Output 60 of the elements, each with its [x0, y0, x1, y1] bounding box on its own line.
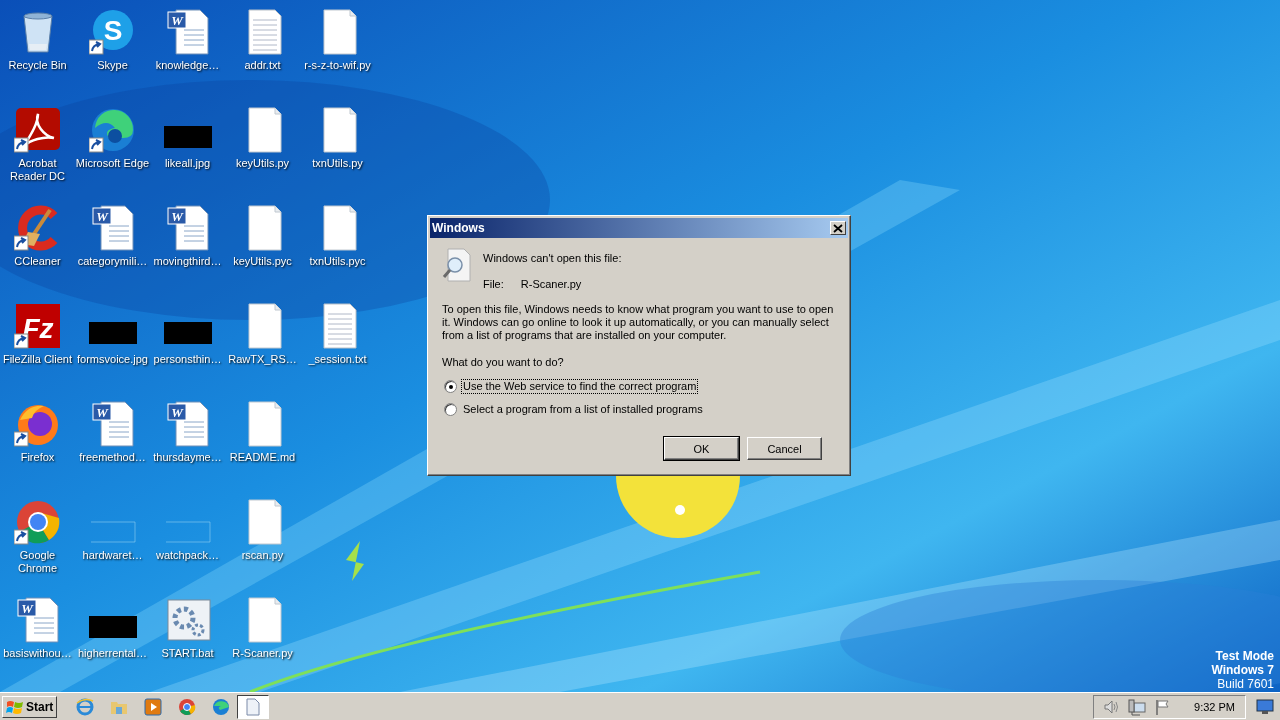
icon-label[interactable]: hardwaret… — [75, 549, 150, 562]
file-name: R-Scaner.py — [520, 278, 582, 291]
icon-label[interactable]: FileZilla Client — [0, 353, 75, 366]
icon-label[interactable]: keyUtils.pyc — [225, 255, 300, 268]
icon-label[interactable]: basiswithou… — [0, 647, 75, 660]
close-icon — [833, 223, 843, 233]
icon-label[interactable]: Microsoft Edge — [75, 157, 150, 170]
icon-label[interactable]: _session.txt — [300, 353, 375, 366]
start-button[interactable]: Start — [2, 695, 58, 718]
icon-label[interactable]: keyUtils.py — [225, 157, 300, 170]
system-watermark-text: Test Mode — [1215, 649, 1274, 663]
icon-label[interactable]: Recycle Bin — [0, 59, 75, 72]
icon-label[interactable]: START.bat — [150, 647, 225, 660]
icon-label[interactable]: README.md — [225, 451, 300, 464]
icon-label[interactable]: Firefox — [0, 451, 75, 464]
system-watermark-text: Build 7601 — [1217, 677, 1274, 691]
icon-label[interactable]: watchpack… — [150, 549, 225, 562]
icon-label[interactable]: likeall.jpg — [150, 157, 225, 170]
icon-label[interactable]: txnUtils.py — [300, 157, 375, 170]
icon-label[interactable]: Google Chrome — [0, 549, 75, 575]
system-watermark-text: Windows 7 — [1211, 663, 1274, 677]
icon-label[interactable]: txnUtils.pyc — [300, 255, 375, 268]
pdf-reader-icon[interactable] — [13, 106, 62, 154]
icon-label[interactable]: CCleaner — [0, 255, 75, 268]
clock[interactable]: 9:32 PM — [1194, 700, 1235, 713]
dialog-heading: Windows can't open this file: — [483, 252, 622, 265]
dialog-message: To open this file, Windows needs to know what program you want to use to open it. Windows can go online to look it up automatically, or you can manually select from a list of programs that are installed on your computer. — [442, 303, 834, 342]
close-button[interactable] — [830, 221, 846, 235]
browser-icon[interactable] — [13, 498, 62, 546]
taskbar-button[interactable] — [237, 694, 270, 719]
icon-label[interactable]: freemethod… — [75, 451, 150, 464]
document-icon — [246, 697, 261, 716]
file-label: File: — [483, 278, 504, 291]
window-title: Windows — [432, 221, 485, 235]
icon-label[interactable]: categorymili… — [75, 255, 150, 268]
icon-label[interactable]: Acrobat Reader DC — [0, 157, 75, 183]
icon-label[interactable]: RawTX_RS… — [225, 353, 300, 366]
icon-label[interactable]: knowledge… — [150, 59, 225, 72]
icon-label[interactable]: thursdayme… — [150, 451, 225, 464]
radio-button[interactable] — [444, 403, 457, 416]
browser-icon[interactable] — [177, 696, 198, 717]
option-label[interactable]: Select a program from a list of installed programs — [461, 402, 705, 417]
media-player-icon[interactable] — [143, 696, 164, 717]
icon-label[interactable]: addr.txt — [225, 59, 300, 72]
icon-label[interactable]: movingthird… — [150, 255, 225, 268]
browser-icon[interactable] — [88, 106, 137, 154]
dialog-question: What do you want to do? — [442, 356, 565, 369]
ok-button[interactable]: OK — [664, 437, 739, 460]
network-icon[interactable] — [1128, 697, 1147, 716]
icon-label[interactable]: Skype — [75, 59, 150, 72]
radio-button[interactable] — [444, 380, 457, 393]
icon-label[interactable]: formsvoice.jpg — [75, 353, 150, 366]
show-desktop-icon[interactable] — [1256, 698, 1274, 715]
leaf-drawing — [344, 540, 366, 582]
file-search-icon — [442, 248, 472, 282]
icon-label[interactable]: r-s-z-to-wif.py — [300, 59, 375, 72]
icon-label[interactable]: personsthin… — [150, 353, 225, 366]
cancel-button[interactable]: Cancel — [747, 437, 822, 460]
windows-flag-icon — [6, 698, 24, 715]
option-label[interactable]: Use the Web service to find the correct program — [461, 379, 699, 394]
